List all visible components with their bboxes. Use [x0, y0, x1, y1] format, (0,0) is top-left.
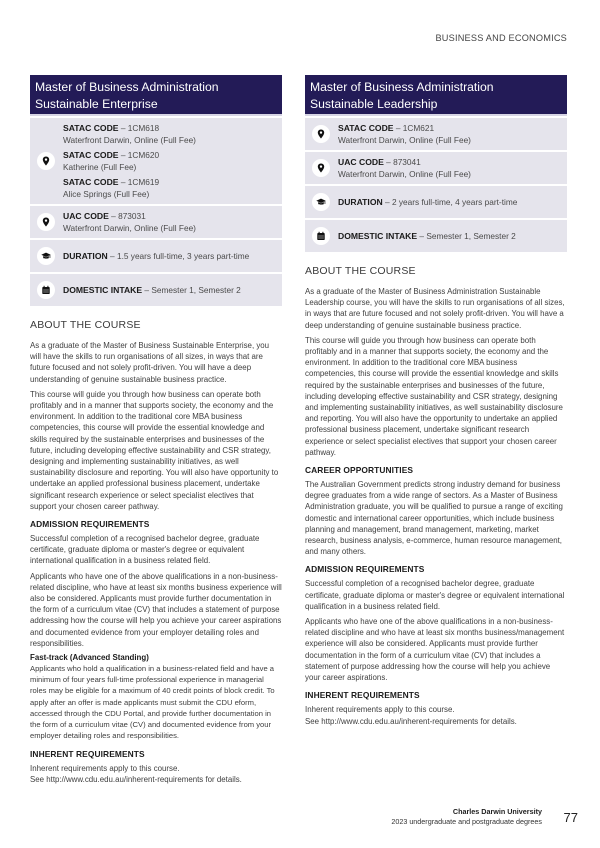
intake-value: – Semester 1, Semester 2	[419, 231, 516, 241]
inherent-heading: INHERENT REQUIREMENTS	[30, 748, 145, 759]
course-title-line1: Master of Business Administration	[310, 80, 494, 94]
about-paragraph: As a graduate of the Master of Business …	[30, 341, 270, 384]
course-title-line2: Sustainable Leadership	[310, 97, 438, 111]
admission-heading: ADMISSION REQUIREMENTS	[305, 564, 425, 575]
satac-entry: SATAC CODE – 1CM618 Waterfront Darwin, O…	[63, 122, 196, 146]
satac-label: SATAC CODE	[63, 150, 119, 160]
duration-value: – 2 years full-time, 4 years part-time	[385, 197, 518, 207]
satac-location: Waterfront Darwin, Online (Full Fee)	[338, 135, 471, 145]
course-right: Master of Business Administration Sustai…	[305, 75, 567, 731]
admission-paragraph: Applicants who have one of the above qua…	[305, 617, 565, 683]
intake-label: DOMESTIC INTAKE	[63, 285, 143, 295]
satac-code-row: SATAC CODE – 1CM621 Waterfront Darwin, O…	[305, 118, 567, 150]
admission-paragraph: Successful completion of a recognised ba…	[30, 534, 260, 566]
duration-row: DURATION – 1.5 years full-time, 3 years …	[30, 240, 282, 272]
uac-label: UAC CODE	[338, 157, 384, 167]
satac-code: – 1CM621	[395, 123, 435, 133]
intake-value: – Semester 1, Semester 2	[144, 285, 241, 295]
about-paragraph: This course will guide you through how b…	[30, 389, 279, 511]
satac-codes-row: SATAC CODE – 1CM618 Waterfront Darwin, O…	[30, 118, 282, 204]
course-title-box: Master of Business Administration Sustai…	[30, 75, 282, 116]
footer-university: Charles Darwin University	[452, 807, 542, 816]
intake-row: DOMESTIC INTAKE – Semester 1, Semester 2	[30, 274, 282, 306]
admission-paragraph: Successful completion of a recognised ba…	[305, 579, 565, 611]
satac-code: – 1CM619	[120, 177, 160, 187]
calendar-icon	[312, 227, 330, 245]
uac-location: Waterfront Darwin, Online (Full Fee)	[63, 223, 196, 233]
course-left: Master of Business Administration Sustai…	[30, 75, 282, 789]
about-heading: ABOUT THE COURSE	[305, 265, 416, 277]
admission-heading: ADMISSION REQUIREMENTS	[30, 519, 150, 530]
about-paragraph: As a graduate of the Master of Business …	[305, 287, 565, 330]
page-number: 77	[563, 810, 578, 825]
uac-code-row: UAC CODE – 873041 Waterfront Darwin, Onl…	[305, 152, 567, 184]
uac-code-row: UAC CODE – 873031 Waterfront Darwin, Onl…	[30, 206, 282, 238]
intake-label: DOMESTIC INTAKE	[338, 231, 418, 241]
satac-location: Alice Springs (Full Fee)	[63, 189, 150, 199]
about-paragraph: This course will guide you through how b…	[305, 335, 563, 457]
duration-row: DURATION – 2 years full-time, 4 years pa…	[305, 186, 567, 218]
uac-code: – 873031	[111, 211, 146, 221]
course-title-line1: Master of Business Administration	[35, 80, 219, 94]
career-paragraph: The Australian Government predicts stron…	[305, 480, 563, 557]
uac-label: UAC CODE	[63, 211, 109, 221]
fasttrack-paragraph: Applicants who hold a qualification in a…	[30, 664, 275, 741]
satac-code: – 1CM618	[120, 123, 160, 133]
about-heading: ABOUT THE COURSE	[30, 319, 141, 331]
inherent-line: Inherent requirements apply to this cour…	[30, 763, 180, 773]
satac-entry: SATAC CODE – 1CM619 Alice Springs (Full …	[63, 176, 196, 200]
graduation-cap-icon	[37, 247, 55, 265]
duration-label: DURATION	[63, 251, 108, 261]
satac-label: SATAC CODE	[63, 177, 119, 187]
satac-location: Katherine (Full Fee)	[63, 162, 137, 172]
footer-publication: 2023 undergraduate and postgraduate degr…	[391, 816, 542, 826]
career-heading: CAREER OPPORTUNITIES	[305, 465, 414, 476]
satac-label: SATAC CODE	[63, 123, 119, 133]
satac-code: – 1CM620	[120, 150, 160, 160]
graduation-cap-icon	[312, 193, 330, 211]
inherent-link[interactable]: See http://www.cdu.edu.au/inherent-requi…	[30, 774, 282, 785]
inherent-line: Inherent requirements apply to this cour…	[305, 705, 455, 715]
section-tag: BUSINESS AND ECONOMICS	[435, 33, 567, 43]
course-title-line2: Sustainable Enterprise	[35, 97, 158, 111]
calendar-icon	[37, 281, 55, 299]
admission-paragraph: Applicants who have one of the above qua…	[30, 571, 282, 648]
duration-label: DURATION	[338, 197, 383, 207]
uac-code: – 873041	[386, 157, 421, 167]
inherent-heading: INHERENT REQUIREMENTS	[305, 690, 420, 701]
location-pin-icon	[312, 159, 330, 177]
location-pin-icon	[37, 152, 55, 170]
footer: Charles Darwin University 2023 undergrad…	[391, 807, 542, 826]
satac-label: SATAC CODE	[338, 123, 394, 133]
satac-entry: SATAC CODE – 1CM620 Katherine (Full Fee)	[63, 149, 196, 173]
uac-location: Waterfront Darwin, Online (Full Fee)	[338, 169, 471, 179]
satac-location: Waterfront Darwin, Online (Full Fee)	[63, 135, 196, 145]
intake-row: DOMESTIC INTAKE – Semester 1, Semester 2	[305, 220, 567, 252]
location-pin-icon	[312, 125, 330, 143]
location-pin-icon	[37, 213, 55, 231]
course-title-box: Master of Business Administration Sustai…	[305, 75, 567, 116]
inherent-link[interactable]: See http://www.cdu.edu.au/inherent-requi…	[305, 716, 567, 727]
duration-value: – 1.5 years full-time, 3 years part-time	[110, 251, 250, 261]
fasttrack-heading: Fast-track (Advanced Standing)	[30, 653, 149, 663]
